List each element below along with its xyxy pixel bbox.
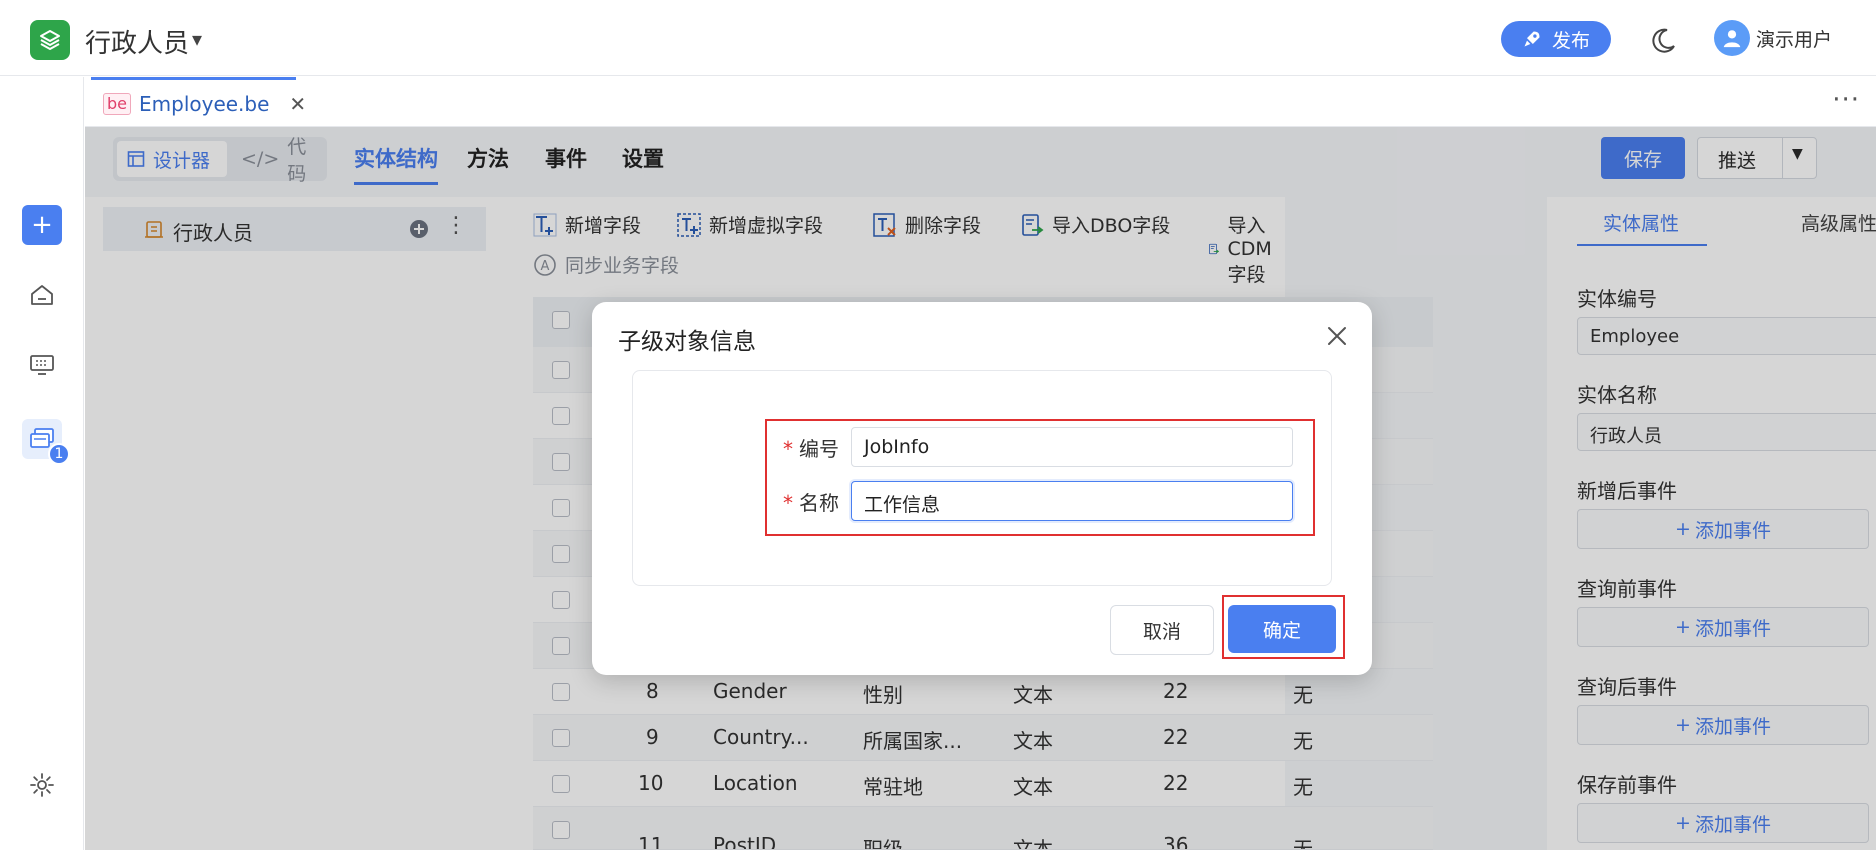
dialog-form: * 编号 JobInfo * 名称 工作信息: [632, 370, 1332, 586]
code-label: * 编号: [783, 437, 839, 461]
close-icon[interactable]: [1325, 324, 1349, 348]
top-header: 行政人员 ▾ 发布 演示用户: [0, 0, 1876, 76]
settings-button[interactable]: [22, 765, 62, 805]
gear-icon: [30, 773, 54, 797]
child-object-dialog: 子级对象信息 * 编号 JobInfo * 名称 工作信息 取消 确定: [592, 302, 1372, 675]
file-tab-bar: be Employee.be ✕ ···: [85, 77, 1876, 127]
count-badge: 1: [48, 443, 70, 465]
file-tab-employee[interactable]: be Employee.be ✕: [91, 77, 306, 127]
publish-label: 发布: [1551, 29, 1590, 52]
monitor-button[interactable]: [22, 345, 62, 385]
name-label: * 名称: [783, 491, 839, 515]
highlighted-fields: * 编号 JobInfo * 名称 工作信息: [765, 419, 1315, 536]
moon-icon[interactable]: [1648, 26, 1678, 56]
cancel-button[interactable]: 取消: [1110, 605, 1214, 655]
app-logo[interactable]: [30, 20, 70, 60]
file-tab-label: Employee.be: [139, 91, 270, 116]
monitor-icon: [30, 355, 54, 375]
dialog-title: 子级对象信息: [618, 329, 756, 355]
avatar: [1714, 20, 1750, 56]
required-mark: *: [783, 437, 793, 461]
code-input[interactable]: JobInfo: [851, 427, 1293, 467]
plus-icon: +: [31, 210, 53, 240]
be-file-icon: be: [103, 92, 131, 115]
required-mark: *: [783, 491, 793, 515]
left-rail: + 1: [0, 77, 84, 850]
layers-icon: [40, 30, 60, 50]
user-menu[interactable]: 演示用户: [1714, 20, 1832, 56]
ok-button[interactable]: 确定: [1228, 605, 1336, 653]
name-input[interactable]: 工作信息: [851, 481, 1293, 521]
home-button[interactable]: [22, 275, 62, 315]
caret-down-icon[interactable]: ▾: [192, 27, 202, 51]
app-title[interactable]: 行政人员: [85, 23, 189, 60]
rocket-icon: [1524, 31, 1540, 47]
entity-windows-button[interactable]: 1: [22, 419, 70, 465]
more-icon[interactable]: ···: [1832, 85, 1860, 115]
close-icon[interactable]: ✕: [289, 92, 306, 116]
ok-highlight: 确定: [1222, 595, 1345, 659]
publish-button[interactable]: 发布: [1501, 21, 1611, 57]
user-icon: [1723, 30, 1741, 48]
add-button[interactable]: +: [22, 205, 62, 245]
home-icon: [31, 285, 53, 305]
user-name: 演示用户: [1756, 28, 1833, 51]
